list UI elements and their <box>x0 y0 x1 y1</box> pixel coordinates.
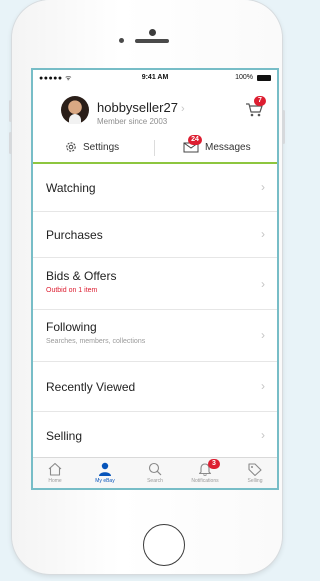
chevron-right-icon: › <box>261 227 265 241</box>
menu-item-label: Selling <box>46 429 83 443</box>
menu-item-label: Purchases <box>46 228 103 242</box>
home-button[interactable] <box>143 524 185 566</box>
outbid-notice: Outbid on 1 item <box>46 287 98 294</box>
settings-label: Settings <box>83 141 120 153</box>
battery-percent: 100% <box>235 74 253 81</box>
chevron-right-icon: › <box>180 103 185 115</box>
divider <box>154 140 155 156</box>
tab-selling[interactable]: Selling <box>235 462 275 484</box>
profile-username[interactable]: hobbyseller27 › <box>97 100 185 115</box>
chevron-right-icon: › <box>261 379 265 393</box>
side-button <box>282 110 285 144</box>
messages-badge: 24 <box>188 135 202 145</box>
tab-label: Home <box>48 478 62 484</box>
menu-item-label: Following <box>46 320 97 334</box>
cart-badge: 7 <box>254 96 266 106</box>
menu-item-label: Watching <box>46 181 96 195</box>
username-text: hobbyseller27 <box>97 100 178 115</box>
menu-item-recently-viewed[interactable]: Recently Viewed › <box>33 362 277 412</box>
tab-home[interactable]: Home <box>35 462 75 484</box>
tab-bar: Home My eBay Search 3 Notifications Sell… <box>33 457 277 488</box>
profile-header[interactable]: hobbyseller27 › Member since 2003 7 <box>33 86 277 134</box>
tab-label: My eBay <box>95 478 115 484</box>
side-button <box>9 132 12 154</box>
messages-label: Messages <box>205 141 251 153</box>
following-subtitle: Searches, members, collections <box>46 338 146 345</box>
proximity-sensor <box>119 38 124 43</box>
menu-item-selling[interactable]: Selling › <box>33 412 277 460</box>
menu-item-watching[interactable]: Watching › <box>33 164 277 212</box>
side-button <box>9 100 12 122</box>
notifications-badge: 3 <box>208 459 220 469</box>
search-icon <box>148 462 162 476</box>
status-bar: ●●●●● ᯤ 9:41 AM 100% <box>33 70 277 86</box>
member-since: Member since 2003 <box>97 117 168 126</box>
chevron-right-icon: › <box>261 277 265 291</box>
tag-icon <box>248 463 262 476</box>
menu-item-label: Recently Viewed <box>46 380 136 394</box>
avatar[interactable] <box>61 96 89 124</box>
messages-button[interactable]: 24 Messages <box>183 135 251 153</box>
chevron-right-icon: › <box>261 180 265 194</box>
gear-icon <box>66 142 76 152</box>
chevron-right-icon: › <box>261 428 265 442</box>
tab-search[interactable]: Search <box>135 462 175 484</box>
actions-row: Settings 24 Messages <box>33 134 277 164</box>
battery-icon <box>257 75 271 81</box>
tab-notifications[interactable]: 3 Notifications <box>185 459 225 484</box>
cart-button[interactable]: 7 <box>245 96 266 118</box>
front-camera <box>149 29 156 36</box>
chevron-right-icon: › <box>261 328 265 342</box>
person-icon <box>99 462 111 476</box>
tab-my-ebay[interactable]: My eBay <box>85 462 125 484</box>
menu-item-label: Bids & Offers <box>46 269 117 283</box>
earpiece-speaker <box>135 39 169 43</box>
menu-list: Watching › Purchases › Bids & Offers Out… <box>33 164 277 460</box>
tab-label: Search <box>147 478 163 484</box>
menu-item-purchases[interactable]: Purchases › <box>33 212 277 258</box>
settings-button[interactable]: Settings <box>65 141 119 153</box>
messages-icon-wrap: 24 <box>183 135 202 153</box>
tab-label: Selling <box>247 478 263 484</box>
phone-frame: ●●●●● ᯤ 9:41 AM 100% hobbyseller27 › Memb… <box>9 0 285 574</box>
home-icon <box>48 462 62 476</box>
app-screen: ●●●●● ᯤ 9:41 AM 100% hobbyseller27 › Memb… <box>31 68 279 490</box>
tab-label: Notifications <box>191 478 219 484</box>
menu-item-following[interactable]: Following Searches, members, collections… <box>33 310 277 362</box>
menu-item-bids-offers[interactable]: Bids & Offers Outbid on 1 item › <box>33 258 277 310</box>
